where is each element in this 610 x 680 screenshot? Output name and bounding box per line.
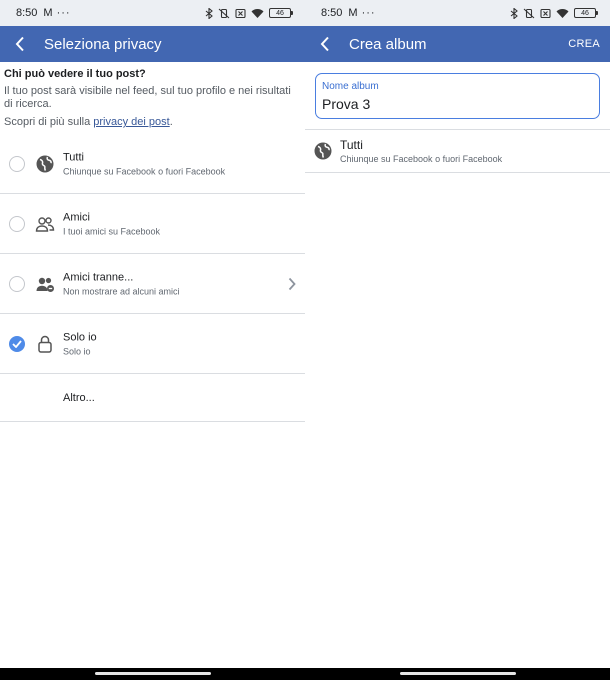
option-sublabel: Chiunque su Facebook o fuori Facebook <box>63 166 226 176</box>
page-title: Seleziona privacy <box>44 35 162 53</box>
radio-only-me[interactable] <box>9 335 25 352</box>
back-arrow-icon <box>320 36 329 52</box>
option-sublabel: Solo io <box>63 346 91 356</box>
option-friends[interactable]: Amici I tuoi amici su Facebook <box>0 194 305 254</box>
status-time: 8:50 <box>16 7 38 19</box>
create-album-screen: 8:50 M ··· 46 Crea album CREA Nome album… <box>305 0 610 680</box>
more-notifications-icon: ··· <box>56 7 71 19</box>
back-button[interactable] <box>315 34 335 54</box>
option-sublabel: Non mostrare ad alcuni amici <box>63 286 180 296</box>
globe-icon <box>36 155 54 172</box>
option-label: Amici tranne... <box>63 271 134 283</box>
post-privacy-link[interactable]: privacy dei post <box>93 116 169 128</box>
no-sim-icon <box>235 8 246 18</box>
option-only-me[interactable]: Solo io Solo io <box>0 314 305 374</box>
wifi-icon <box>251 8 264 18</box>
battery-icon: 46 <box>269 8 293 18</box>
wifi-icon <box>556 8 569 18</box>
audience-label: Tutti <box>340 138 363 152</box>
no-sim-icon <box>540 8 551 18</box>
option-everyone[interactable]: Tutti Chiunque su Facebook o fuori Faceb… <box>0 134 305 194</box>
privacy-heading: Chi può vedere il tuo post? <box>4 68 146 80</box>
checkmark-icon <box>12 339 22 348</box>
privacy-screen: 8:50 M ··· 46 Seleziona privacy Chi può … <box>0 0 305 680</box>
gmail-icon: M <box>43 7 53 19</box>
privacy-more-suffix: . <box>169 116 173 128</box>
radio-friends[interactable] <box>9 215 25 232</box>
system-nav-bar <box>0 668 610 680</box>
globe-icon <box>314 142 332 160</box>
chevron-right-icon <box>288 277 296 290</box>
option-sublabel: I tuoi amici su Facebook <box>63 226 161 236</box>
privacy-more: Scopri di più sulla privacy dei post. <box>4 116 301 128</box>
home-gesture-bar[interactable] <box>400 672 516 675</box>
privacy-more-prefix: Scopri di più sulla <box>4 116 94 128</box>
home-gesture-bar[interactable] <box>95 672 211 675</box>
status-bar: 8:50 M ··· 46 <box>305 0 610 26</box>
option-label: Altro... <box>63 391 95 404</box>
audience-sublabel: Chiunque su Facebook o fuori Facebook <box>340 154 503 164</box>
option-label: Solo io <box>63 331 97 343</box>
friends-icon <box>35 216 55 232</box>
friends-except-icon <box>36 277 54 292</box>
gmail-icon: M <box>348 7 358 19</box>
create-button[interactable]: CREA <box>568 38 600 50</box>
radio-friends-except[interactable] <box>9 275 25 292</box>
privacy-description: Il tuo post sarà visibile nel feed, sul … <box>4 85 291 110</box>
battery-icon: 46 <box>574 8 598 18</box>
privacy-info: Chi può vedere il tuo post? Il tuo post … <box>0 62 305 128</box>
back-arrow-icon <box>15 36 24 52</box>
album-name-label: Nome album <box>322 81 379 92</box>
page-title: Crea album <box>349 35 427 53</box>
option-label: Tutti <box>63 151 84 163</box>
app-bar: Seleziona privacy <box>0 26 305 62</box>
radio-everyone[interactable] <box>9 155 25 172</box>
album-name-input[interactable]: Prova 3 <box>322 96 593 112</box>
option-label: Amici <box>63 211 90 223</box>
bluetooth-icon <box>205 7 213 19</box>
audience-selector[interactable]: Tutti Chiunque su Facebook o fuori Faceb… <box>305 129 610 173</box>
status-time: 8:50 <box>321 7 343 19</box>
app-bar: Crea album CREA <box>305 26 610 62</box>
status-bar: 8:50 M ··· 46 <box>0 0 305 26</box>
bluetooth-icon <box>510 7 518 19</box>
album-name-field[interactable]: Nome album Prova 3 <box>315 73 600 119</box>
vibrate-off-icon <box>218 8 230 18</box>
vibrate-off-icon <box>523 8 535 18</box>
back-button[interactable] <box>10 34 30 54</box>
lock-icon <box>38 335 52 353</box>
option-friends-except[interactable]: Amici tranne... Non mostrare ad alcuni a… <box>0 254 305 314</box>
more-notifications-icon: ··· <box>361 7 376 19</box>
option-more[interactable]: Altro... <box>0 374 305 422</box>
